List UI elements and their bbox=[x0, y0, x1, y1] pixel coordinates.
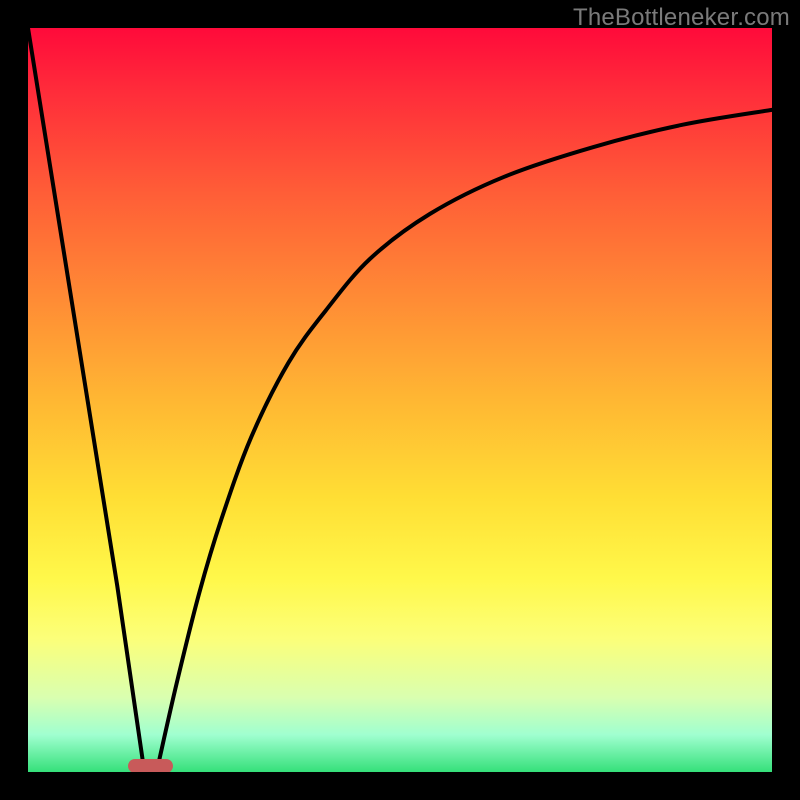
chart-frame: TheBottleneker.com bbox=[0, 0, 800, 800]
bottleneck-curve bbox=[28, 28, 772, 772]
optimum-marker bbox=[128, 759, 173, 772]
plot-area bbox=[28, 28, 772, 772]
